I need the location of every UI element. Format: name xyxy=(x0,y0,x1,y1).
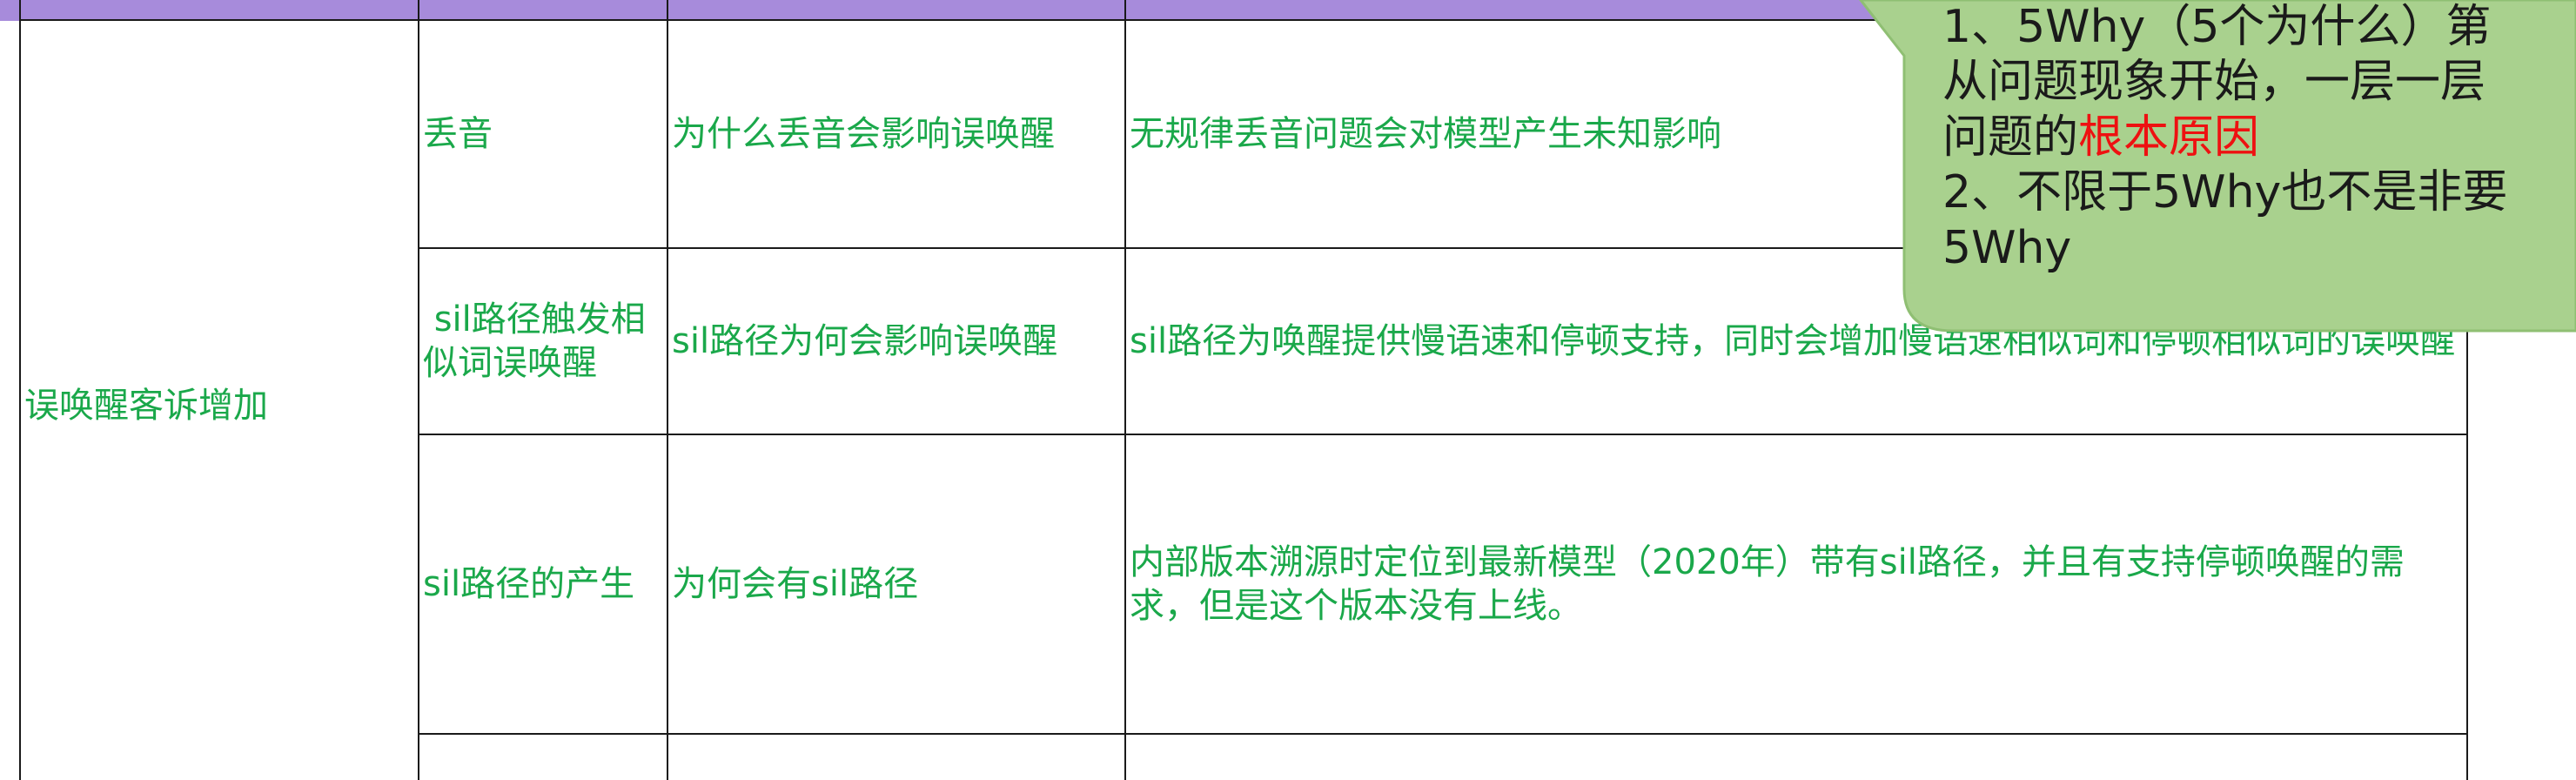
callout-line-2: 从问题现象开始，一层一层 xyxy=(1942,56,2486,109)
callout-line-4: 2、不限于5Why也不是非要 xyxy=(1942,166,2508,219)
callout-line-3: 问题的根本原因 xyxy=(1942,111,2576,165)
callout-line-3-prefix: 问题的 xyxy=(1942,111,2079,164)
callout-line-5: 5Why xyxy=(1942,221,2072,274)
callout-text: 1、5Why（5个为什么）第 从问题现象开始，一层一层 问题的根本原因 2、不限… xyxy=(1942,0,2576,331)
callout-line-1: 1、5Why（5个为什么）第 xyxy=(1942,1,2492,53)
root-cause-highlight: 根本原因 xyxy=(2078,111,2260,164)
